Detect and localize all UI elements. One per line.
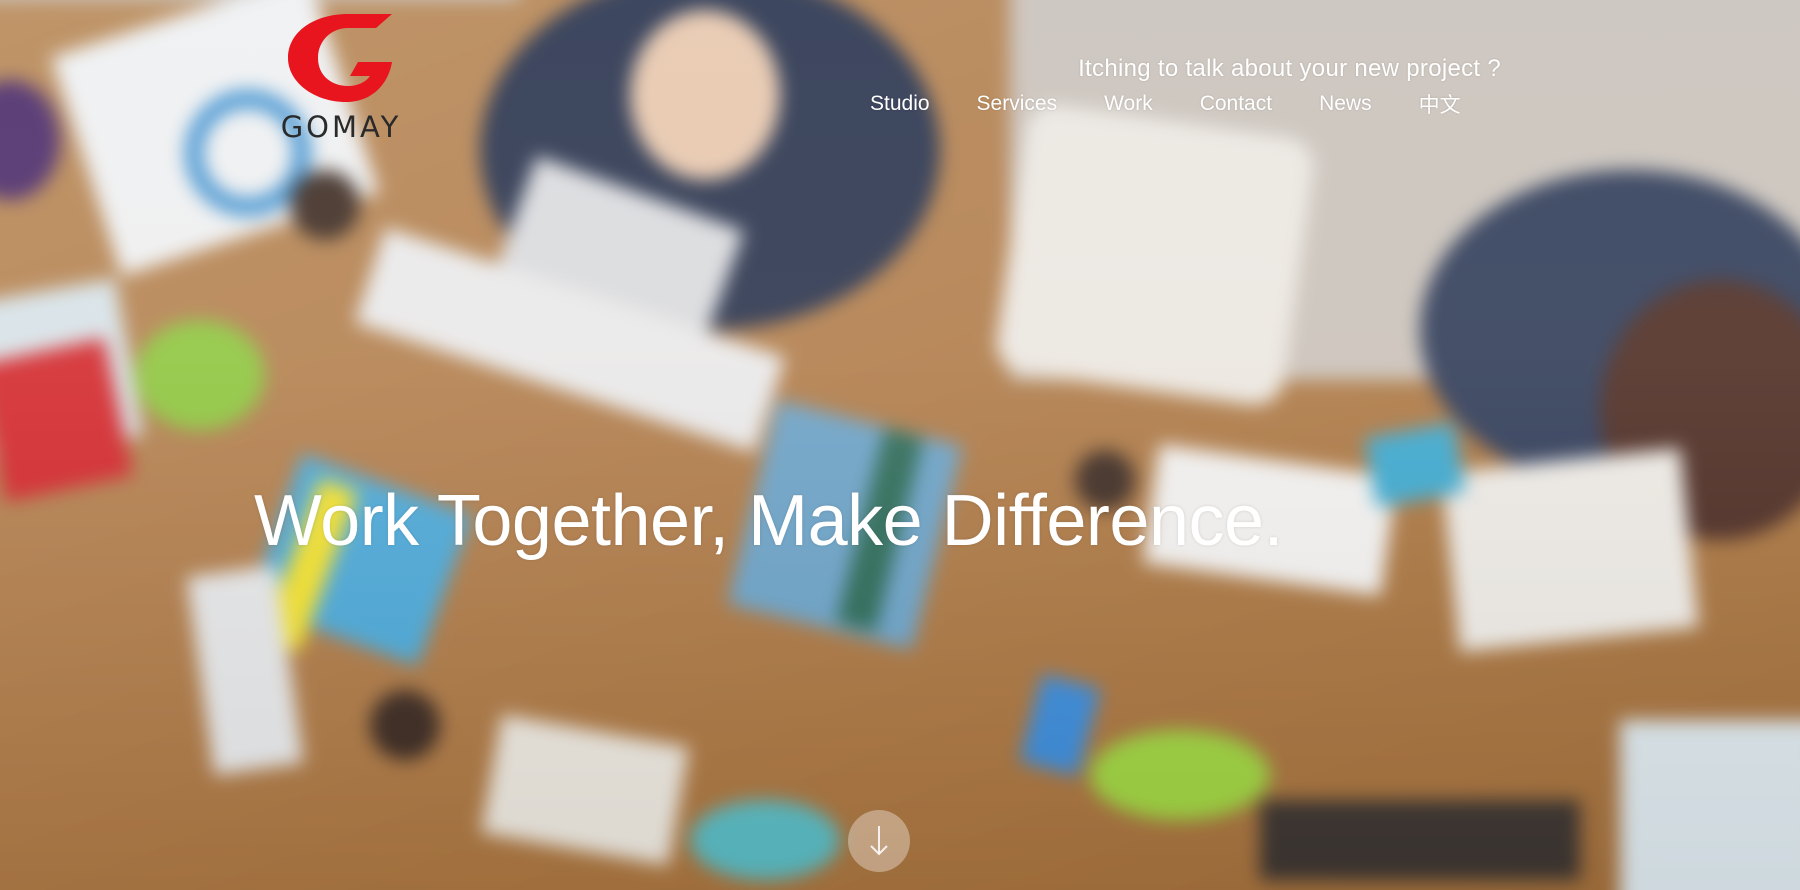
- scroll-down-button[interactable]: [848, 810, 910, 872]
- nav-item-chinese[interactable]: 中文: [1419, 89, 1461, 119]
- gomay-logo[interactable]: GOMAY: [256, 14, 426, 144]
- main-nav: Studio Services Work Contact News 中文: [870, 88, 1461, 120]
- header-tagline[interactable]: Itching to talk about your new project ?: [1078, 55, 1501, 83]
- nav-item-studio[interactable]: Studio: [870, 92, 930, 116]
- arrow-down-icon: [870, 826, 888, 856]
- brand-name: GOMAY: [280, 110, 402, 144]
- nav-item-services[interactable]: Services: [977, 92, 1058, 116]
- nav-item-news[interactable]: News: [1319, 92, 1372, 116]
- hero-headline: Work Together, Make Difference.: [254, 481, 1284, 562]
- gomay-g-logo-icon: [288, 14, 392, 102]
- nav-item-work[interactable]: Work: [1104, 92, 1153, 116]
- nav-item-contact[interactable]: Contact: [1200, 92, 1272, 116]
